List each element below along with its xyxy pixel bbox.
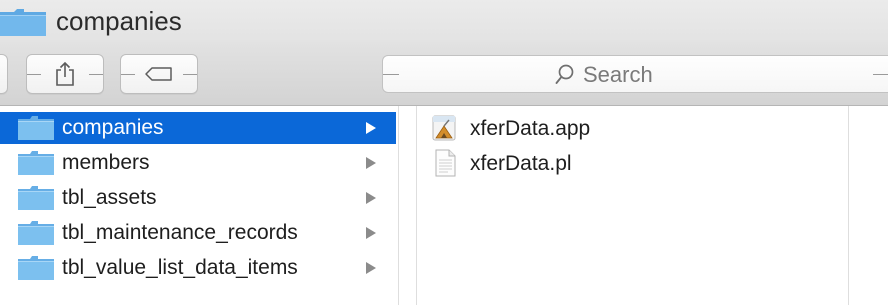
list-item-label: companies	[62, 116, 164, 139]
view-button[interactable]	[0, 54, 8, 94]
window-title: companies	[56, 6, 182, 36]
share-icon	[56, 61, 74, 86]
toolbar: Search	[0, 42, 888, 106]
list-item-companies[interactable]: companies	[0, 112, 396, 144]
divider	[183, 74, 197, 75]
list-item-label: tbl_assets	[62, 186, 157, 209]
disclosure-arrow-icon	[366, 192, 376, 204]
list-item-label: tbl_maintenance_records	[62, 221, 298, 244]
disclosure-arrow-icon	[366, 157, 376, 169]
share-button[interactable]	[26, 54, 104, 94]
disclosure-arrow-icon	[366, 262, 376, 274]
title-bar: companies	[0, 0, 888, 42]
document-icon	[430, 149, 460, 182]
file-column: xferData.app xferData.pl	[418, 106, 848, 305]
disclosure-arrow-icon	[366, 122, 376, 134]
file-item-xferdata-app[interactable]: xferData.app	[418, 112, 848, 144]
search-icon	[555, 64, 574, 84]
list-item-tbl-maintenance-records[interactable]: tbl_maintenance_records	[0, 217, 396, 249]
folder-icon	[0, 8, 46, 41]
folder-icon	[18, 256, 54, 285]
folder-icon	[18, 186, 54, 215]
divider	[27, 74, 41, 75]
divider	[121, 74, 135, 75]
folder-icon	[18, 221, 54, 250]
folder-icon	[18, 116, 54, 145]
divider	[89, 74, 103, 75]
column-divider[interactable]	[848, 106, 849, 305]
folder-icon	[18, 151, 54, 180]
file-label: xferData.pl	[470, 152, 572, 175]
folder-column: companies members tbl_assets tbl_mainten…	[0, 106, 396, 305]
list-item-label: members	[62, 151, 150, 174]
app-icon	[430, 114, 460, 147]
list-item-tbl-value-list-data-items[interactable]: tbl_value_list_data_items	[0, 252, 396, 284]
tag-icon	[145, 67, 172, 81]
disclosure-arrow-icon	[366, 227, 376, 239]
divider	[383, 74, 399, 75]
tag-button[interactable]	[120, 54, 198, 94]
list-item-members[interactable]: members	[0, 147, 396, 179]
list-item-label: tbl_value_list_data_items	[62, 256, 298, 279]
column-divider[interactable]	[416, 106, 417, 305]
file-label: xferData.app	[470, 117, 591, 140]
search-field[interactable]: Search	[382, 55, 888, 93]
divider	[873, 74, 888, 75]
list-item-tbl-assets[interactable]: tbl_assets	[0, 182, 396, 214]
search-placeholder: Search	[583, 62, 653, 87]
file-item-xferdata-pl[interactable]: xferData.pl	[418, 147, 848, 179]
column-divider[interactable]	[398, 106, 399, 305]
finder-window: companies Search companies members tbl_a…	[0, 0, 888, 305]
